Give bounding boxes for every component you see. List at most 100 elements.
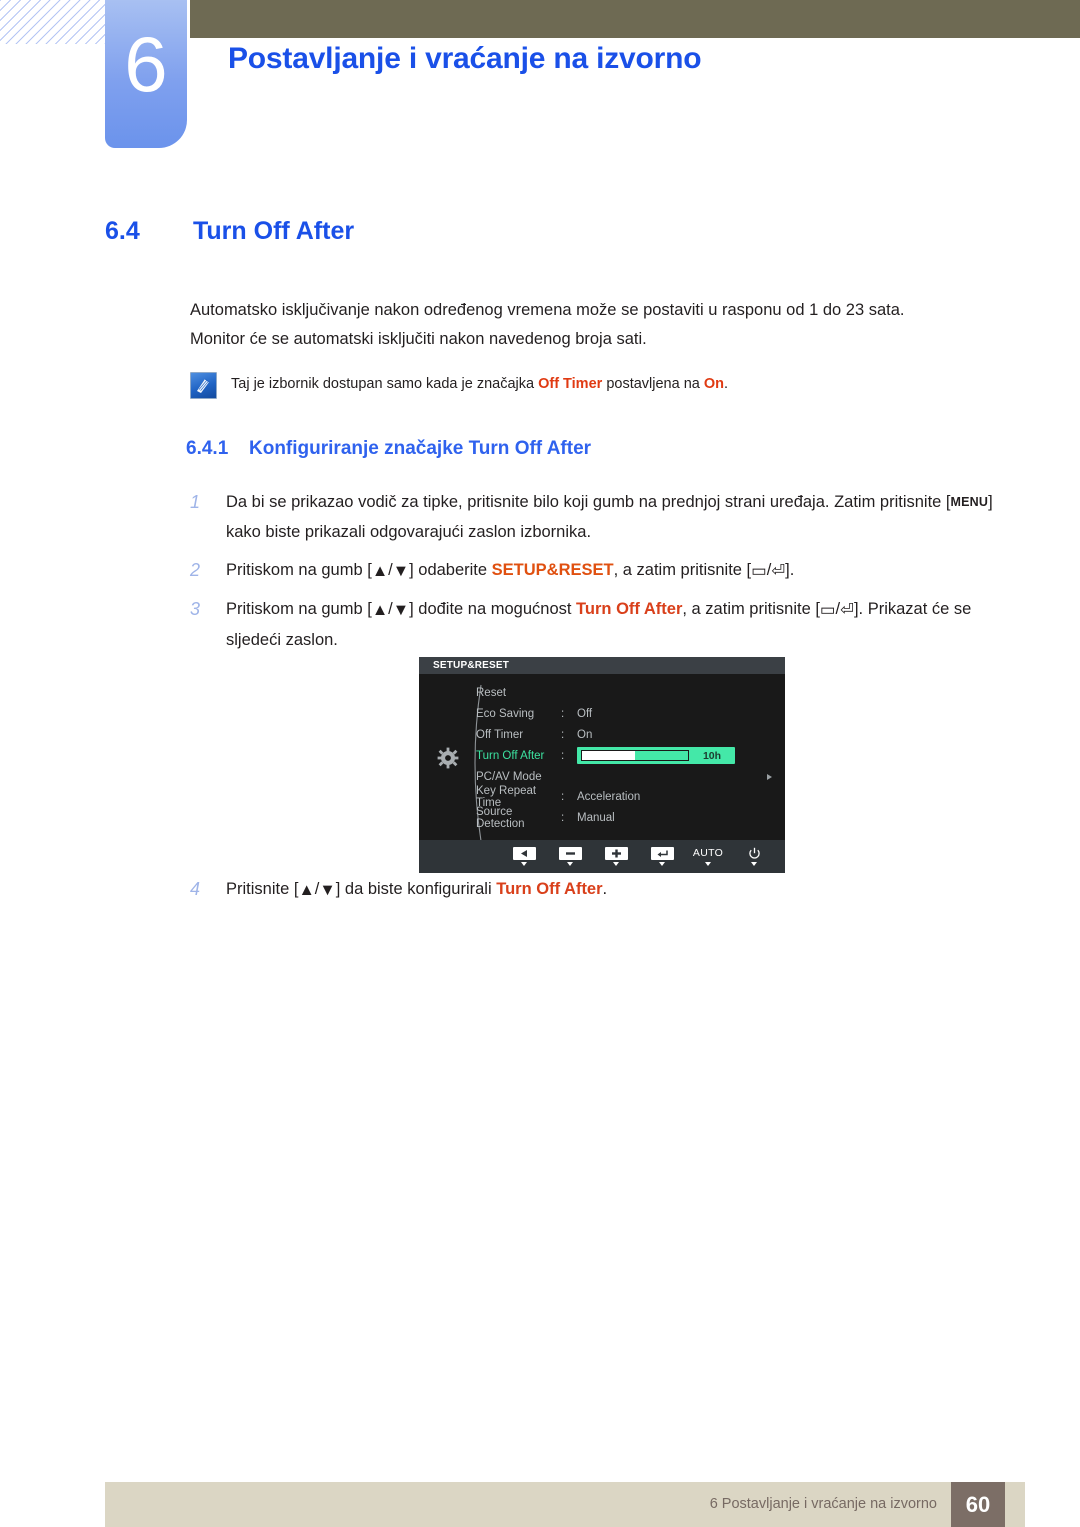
enter-icon: [650, 847, 674, 860]
note-highlight-on: On: [703, 376, 725, 392]
step-2-part-4: ].: [785, 561, 795, 579]
gear-icon: [437, 747, 459, 769]
note-highlight-off-timer: Off Timer: [538, 376, 603, 392]
header-olive-bar: [190, 0, 1080, 38]
note-pencil-icon: [190, 372, 217, 399]
osd-row-reset[interactable]: Reset: [476, 683, 776, 704]
osd-title: SETUP&RESET: [419, 657, 785, 674]
minus-icon: [558, 847, 582, 860]
osd-colon: :: [561, 708, 565, 721]
step-4-part-3: .: [602, 880, 608, 898]
button-tick-icon: [521, 862, 527, 866]
plus-icon: [604, 847, 628, 860]
osd-row-pc-av-mode[interactable]: PC/AV Mode: [476, 766, 776, 787]
osd-label: PC/AV Mode: [476, 770, 542, 783]
osd-row-source-detection[interactable]: Source Detection : Manual: [476, 806, 776, 831]
osd-menu-screenshot: SETUP&RESET Reset Eco Saving: Off Off T…: [419, 657, 785, 873]
step-number: 1: [190, 492, 201, 512]
turn-off-after-slider[interactable]: 10h: [577, 747, 735, 765]
step-item: 4 Pritisnite [▲/▼] da biste konfiguriral…: [190, 874, 1002, 905]
power-button[interactable]: [731, 847, 777, 866]
note-text-after: .: [724, 376, 729, 392]
step-text: Pritiskom na gumb [▲/▼] odaberite SETUP&…: [226, 555, 1002, 586]
osd-label: Reset: [476, 687, 507, 700]
footer-chapter-label: 6 Postavljanje i vraćanje na izvorno: [709, 1496, 937, 1512]
slider-value-label: 10h: [702, 749, 722, 762]
page-footer: 6 Postavljanje i vraćanje na izvorno 60: [105, 1482, 1025, 1527]
step-3-part-2: ] dođite na mogućnost: [409, 600, 577, 618]
rectangle-key-icon: ▭: [751, 562, 767, 580]
osd-value: On: [577, 728, 593, 741]
step-3-highlight: Turn Off After: [576, 600, 683, 618]
section-title: 6.4 Turn Off After: [105, 217, 354, 246]
chapter-title: Postavljanje i vraćanje na izvorno: [228, 42, 702, 75]
chapter-number-badge: 6: [105, 0, 187, 148]
osd-value: Off: [577, 708, 593, 721]
section-title-text: Turn Off After: [193, 217, 355, 245]
menu-keycap: MENU: [950, 495, 989, 509]
step-item: 2 Pritiskom na gumb [▲/▼] odaberite SETU…: [190, 555, 1002, 586]
osd-row-off-timer[interactable]: Off Timer : On: [476, 725, 776, 746]
up-arrow-icon: ▲: [298, 881, 315, 899]
step-number: 2: [190, 560, 201, 580]
note-text-before: Taj je izbornik dostupan samo kada je zn…: [231, 376, 539, 392]
osd-label: Off Timer: [476, 728, 524, 741]
note-text-middle: postavljena na: [602, 376, 704, 392]
power-icon: [748, 847, 761, 860]
steps-list: 1 Da bi se prikazao vodič za tipke, prit…: [190, 487, 1002, 663]
slider-fill: [582, 751, 635, 761]
note-block: Taj je izbornik dostupan samo kada je zn…: [190, 370, 980, 399]
up-arrow-icon: ▲: [371, 562, 389, 580]
step-item: 1 Da bi se prikazao vodič za tipke, prit…: [190, 487, 1002, 547]
osd-row-eco-saving[interactable]: Eco Saving : Off: [476, 704, 776, 725]
enter-key-icon: ⏎: [771, 562, 786, 580]
step-2-part-2: ] odaberite: [409, 561, 492, 579]
step-3-part-3: , a zatim pritisnite [: [682, 600, 820, 618]
enter-button[interactable]: [639, 847, 685, 866]
step-item: 3 Pritiskom na gumb [▲/▼] dođite na mogu…: [190, 594, 1002, 655]
osd-value: Acceleration: [577, 791, 641, 804]
step-2-part-3: , a zatim pritisnite [: [613, 561, 752, 579]
steps-list-continued: 4 Pritisnite [▲/▼] da biste konfiguriral…: [190, 874, 1002, 913]
button-tick-icon: [659, 862, 665, 866]
button-tick-icon: [751, 862, 757, 866]
minus-button[interactable]: [547, 847, 593, 866]
step-4-part-1: Pritisnite [: [226, 880, 299, 898]
step-text: Pritisnite [▲/▼] da biste konfigurirali …: [226, 874, 1002, 905]
osd-row-turn-off-after[interactable]: Turn Off After : 10h: [476, 745, 776, 766]
button-tick-icon: [705, 862, 711, 866]
subsection-title: 6.4.1 Konfiguriranje značajke Turn Off Af…: [186, 438, 591, 460]
osd-button-bar: AUTO: [419, 840, 785, 873]
down-arrow-icon: ▼: [392, 562, 410, 580]
slider-track: [581, 750, 689, 762]
page-number: 60: [951, 1482, 1005, 1527]
step-number: 3: [190, 599, 201, 619]
enter-key-icon: ⏎: [840, 601, 854, 619]
osd-value: Manual: [577, 812, 615, 825]
osd-colon: :: [561, 791, 565, 804]
osd-row-key-repeat-time[interactable]: Key Repeat Time : Acceleration: [476, 785, 776, 809]
intro-paragraph: Automatsko isključivanje nakon određenog…: [190, 296, 980, 354]
subsection-title-text: Konfiguriranje značajke Turn Off After: [249, 438, 592, 459]
osd-colon: :: [561, 812, 565, 825]
step-text: Da bi se prikazao vodič za tipke, pritis…: [226, 487, 1002, 547]
osd-colon: :: [561, 728, 565, 741]
subsection-number: 6.4.1: [186, 438, 229, 459]
osd-label: Source Detection: [476, 806, 525, 831]
step-3-part-1: Pritiskom na gumb [: [226, 600, 372, 618]
osd-value-slider: 10h: [577, 747, 776, 765]
auto-label: AUTO: [692, 847, 724, 859]
note-text: Taj je izbornik dostupan samo kada je zn…: [231, 370, 728, 394]
plus-button[interactable]: [593, 847, 639, 866]
osd-colon: :: [561, 749, 565, 762]
step-2-highlight: SETUP&RESET: [491, 561, 614, 579]
auto-button[interactable]: AUTO: [685, 847, 731, 866]
button-tick-icon: [613, 862, 619, 866]
rectangle-key-icon: ▭: [819, 601, 836, 619]
back-button[interactable]: [501, 847, 547, 866]
osd-label: Eco Saving: [476, 708, 535, 721]
back-icon: [512, 847, 536, 860]
step-4-part-2: ] da biste konfigurirali: [335, 880, 497, 898]
chevron-right-icon: [767, 773, 772, 780]
osd-label: Turn Off After: [476, 749, 545, 762]
